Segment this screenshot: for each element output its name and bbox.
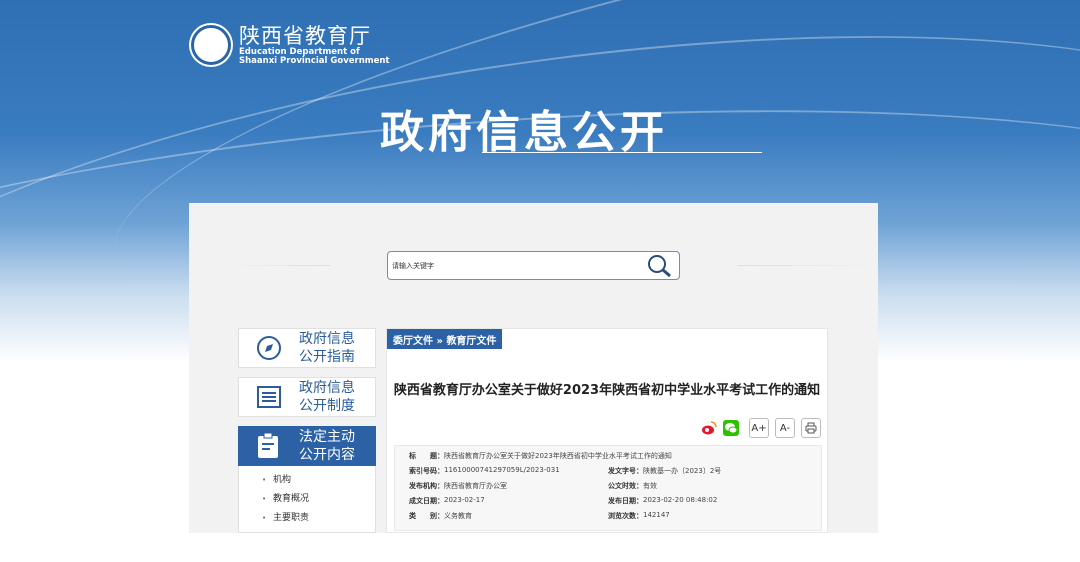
- meta-value: 义务教育: [444, 511, 472, 520]
- meta-label: 浏览次数：: [608, 511, 643, 520]
- breadcrumb: 委厅文件 » 教育厅文件: [387, 329, 503, 349]
- emblem-icon: [191, 25, 231, 65]
- sidebar-subitem[interactable]: 机构: [239, 471, 375, 490]
- sidebar-label: 公开内容: [299, 447, 355, 463]
- print-icon: [805, 422, 817, 434]
- search-icon[interactable]: [647, 254, 673, 278]
- compass-icon: [255, 334, 283, 362]
- document-metadata: 标 题： 陕西省教育厅办公室关于做好2023年陕西省初中学业水平考试工作的通知 索…: [394, 445, 822, 531]
- meta-label: 成文日期：: [409, 496, 444, 505]
- search-placeholder: 请输入关键字: [392, 261, 434, 270]
- meta-label: 发文字号：: [608, 466, 643, 475]
- meta-value: 陕西省教育厅办公室: [444, 481, 507, 490]
- sidebar-item-system[interactable]: 政府信息 公开制度: [238, 377, 376, 417]
- meta-value: 142147: [643, 510, 670, 519]
- meta-value: 陕西省教育厅办公室关于做好2023年陕西省初中学业水平考试工作的通知: [444, 451, 672, 460]
- logo-english-2: Shaanxi Provincial Government: [239, 56, 390, 66]
- sidebar-label: 公开指南: [299, 349, 355, 365]
- breadcrumb-separator: »: [436, 336, 443, 347]
- sidebar-item-content[interactable]: 法定主动 公开内容: [238, 426, 376, 466]
- sidebar-subitem[interactable]: 教育概况: [239, 490, 375, 509]
- meta-value: 有效: [643, 481, 657, 490]
- page-title: 政府信息公开: [380, 107, 668, 158]
- sidebar-item-guide[interactable]: 政府信息 公开指南: [238, 328, 376, 368]
- meta-label: 公文时效：: [608, 481, 643, 490]
- document-title: 陕西省教育厅办公室关于做好2023年陕西省初中学业水平考试工作的通知: [393, 383, 821, 398]
- sidebar-label: 政府信息: [299, 331, 355, 347]
- document-toolbar: A+ A-: [701, 418, 821, 438]
- sidebar-label: 公开制度: [299, 398, 355, 414]
- sidebar-sublist: 机构 教育概况 主要职责: [238, 466, 376, 533]
- sidebar-label: 法定主动: [299, 429, 355, 445]
- search-input[interactable]: 请输入关键字: [387, 251, 680, 280]
- divider: [738, 265, 878, 266]
- sidebar-subitem[interactable]: 主要职责: [239, 509, 375, 528]
- breadcrumb-link[interactable]: 委厅文件: [393, 336, 433, 347]
- meta-label: 标 题：: [409, 451, 444, 460]
- site-logo[interactable]: 陕西省教育厅 Education Department of Shaanxi P…: [191, 24, 389, 66]
- font-decrease-button[interactable]: A-: [775, 418, 795, 438]
- wechat-icon[interactable]: [723, 420, 739, 436]
- meta-label: 发布日期：: [608, 496, 643, 505]
- title-underline: [482, 152, 762, 153]
- meta-value: 陕教基一办〔2023〕2号: [643, 466, 722, 475]
- meta-label: 类 别：: [409, 511, 444, 520]
- logo-name: 陕西省教育厅: [239, 24, 371, 48]
- meta-value: 2023-02-17: [444, 495, 485, 504]
- print-button[interactable]: [801, 418, 821, 438]
- meta-value: 2023-02-20 08:48:02: [643, 495, 718, 504]
- meta-label: 发布机构：: [409, 481, 444, 490]
- weibo-icon[interactable]: [701, 420, 717, 436]
- document-content: 委厅文件 » 教育厅文件 陕西省教育厅办公室关于做好2023年陕西省初中学业水平…: [386, 328, 828, 533]
- meta-label: 索引号码：: [409, 466, 444, 475]
- meta-value: 11610000741297059L/2023-031: [444, 465, 560, 474]
- clipboard-edit-icon: [255, 432, 283, 460]
- divider: [230, 265, 330, 266]
- breadcrumb-link[interactable]: 教育厅文件: [446, 336, 496, 347]
- font-increase-button[interactable]: A+: [749, 418, 769, 438]
- sidebar-label: 政府信息: [299, 380, 355, 396]
- list-icon: [255, 383, 283, 411]
